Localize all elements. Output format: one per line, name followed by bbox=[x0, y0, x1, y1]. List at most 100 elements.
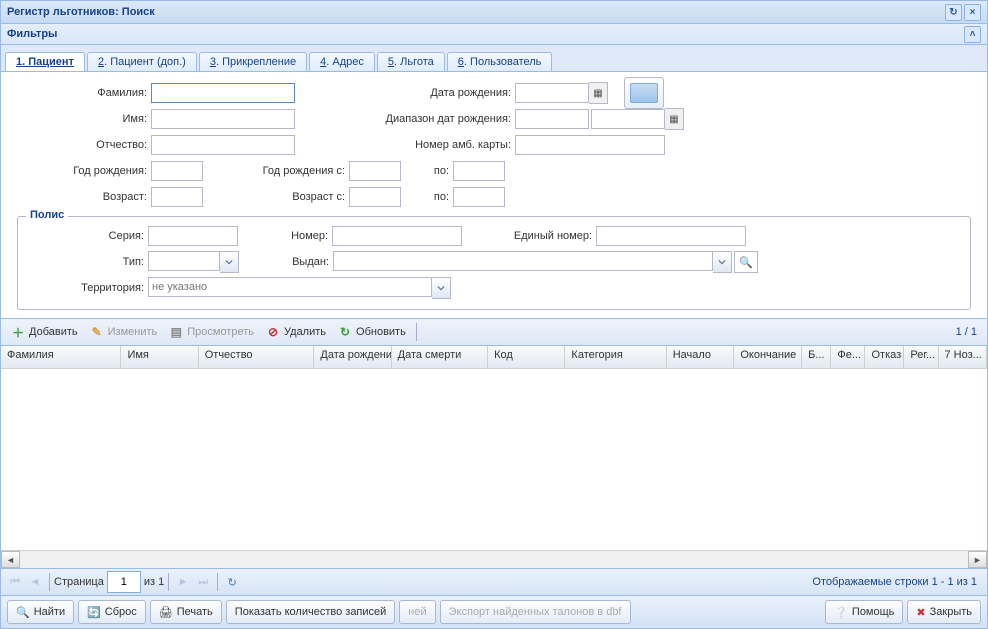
reset-icon: 🔄 bbox=[87, 606, 101, 619]
birthyear-to-label: по: bbox=[401, 165, 453, 177]
patronymic-input[interactable] bbox=[151, 135, 295, 155]
polis-number-input[interactable] bbox=[332, 226, 462, 246]
record-counter: 1 / 1 bbox=[956, 326, 983, 338]
id-card-button[interactable] bbox=[624, 77, 664, 109]
birthyear-from-input[interactable] bbox=[349, 161, 401, 181]
birthyear-label: Год рождения: bbox=[17, 165, 151, 177]
birthdate-input[interactable] bbox=[515, 83, 589, 103]
page-last-icon[interactable]: ⏭ bbox=[194, 573, 212, 591]
horizontal-scrollbar[interactable]: ◄ ► bbox=[1, 550, 987, 568]
column-header[interactable]: Код bbox=[488, 346, 565, 368]
refresh-button[interactable]: ↻Обновить bbox=[332, 323, 412, 341]
name-label: Имя: bbox=[17, 113, 151, 125]
edit-button[interactable]: ✎Изменить bbox=[84, 323, 164, 341]
column-header[interactable]: Дата рождения bbox=[314, 346, 391, 368]
birthdate-from-input[interactable] bbox=[515, 109, 589, 129]
polis-issued-search-icon[interactable]: 🔍 bbox=[734, 251, 758, 273]
column-header[interactable]: Начало bbox=[667, 346, 735, 368]
delete-button[interactable]: ⊘Удалить bbox=[260, 323, 332, 341]
page-of: из 1 bbox=[144, 576, 164, 588]
page-prev-icon[interactable]: ◄ bbox=[26, 573, 44, 591]
tab-address[interactable]: 4. Адрес bbox=[309, 52, 375, 71]
birthyear-from-label: Год рождения с: bbox=[203, 165, 349, 177]
column-header[interactable]: Рег... bbox=[904, 346, 938, 368]
page-next-icon[interactable]: ► bbox=[174, 573, 192, 591]
tab-benefit[interactable]: 5. Льгота bbox=[377, 52, 445, 71]
plus-icon: ＋ bbox=[11, 325, 25, 339]
birthdate-range-label: Диапазон дат рождения: bbox=[295, 113, 515, 125]
birthyear-input[interactable] bbox=[151, 161, 203, 181]
polis-number-label: Номер: bbox=[238, 230, 332, 242]
column-header[interactable]: Дата смерти bbox=[392, 346, 488, 368]
polis-territory-dropdown-icon[interactable] bbox=[432, 277, 451, 299]
polis-series-input[interactable] bbox=[148, 226, 238, 246]
help-icon: ❔ bbox=[834, 606, 848, 619]
column-header[interactable]: Имя bbox=[121, 346, 198, 368]
column-header[interactable]: 7 Ноз... bbox=[939, 346, 988, 368]
polis-unified-input[interactable] bbox=[596, 226, 746, 246]
age-label: Возраст: bbox=[17, 191, 151, 203]
grid-header: ФамилияИмяОтчествоДата рожденияДата смер… bbox=[1, 346, 987, 369]
export-dbf-button: Экспорт найденных талонов в dbf bbox=[440, 600, 631, 624]
polis-issued-dropdown-icon[interactable] bbox=[713, 251, 732, 273]
grid-body[interactable] bbox=[1, 369, 987, 550]
close-window-icon[interactable]: × bbox=[964, 4, 981, 21]
polis-series-label: Серия: bbox=[26, 230, 148, 242]
name-input[interactable] bbox=[151, 109, 295, 129]
polis-territory-input[interactable] bbox=[148, 277, 432, 297]
export-selection-button: ней bbox=[399, 600, 435, 624]
page-first-icon[interactable]: ⏮ bbox=[6, 573, 24, 591]
refresh-icon: ↻ bbox=[338, 325, 352, 339]
polis-type-input[interactable] bbox=[148, 251, 220, 271]
page-refresh-icon[interactable]: ↻ bbox=[223, 573, 241, 591]
document-icon: ▤ bbox=[169, 325, 183, 339]
column-header[interactable]: Фамилия bbox=[1, 346, 121, 368]
birthyear-to-input[interactable] bbox=[453, 161, 505, 181]
collapse-filters-icon[interactable]: ˄ bbox=[964, 26, 981, 43]
column-header[interactable]: Отказ bbox=[865, 346, 904, 368]
column-header[interactable]: Окончание bbox=[734, 346, 802, 368]
add-button[interactable]: ＋Добавить bbox=[5, 323, 84, 341]
polis-issued-input[interactable] bbox=[333, 251, 713, 271]
birthdate-to-input[interactable] bbox=[591, 109, 665, 129]
polis-fieldset: Полис Серия: Номер: Единый номер: Тип: В… bbox=[17, 216, 971, 310]
delete-icon: ⊘ bbox=[266, 325, 280, 339]
column-header[interactable]: Отчество bbox=[199, 346, 315, 368]
surname-input[interactable] bbox=[151, 83, 295, 103]
tab-patient[interactable]: 1. Пациент bbox=[5, 52, 85, 71]
toolbar-separator bbox=[416, 323, 417, 341]
column-header[interactable]: Категория bbox=[565, 346, 666, 368]
amb-card-input[interactable] bbox=[515, 135, 665, 155]
help-button[interactable]: ❔Помощь bbox=[825, 600, 903, 624]
polis-unified-label: Единый номер: bbox=[462, 230, 596, 242]
scroll-left-icon[interactable]: ◄ bbox=[1, 551, 20, 568]
birthdate-label: Дата рождения: bbox=[295, 87, 515, 99]
column-header[interactable]: Фе... bbox=[831, 346, 865, 368]
age-to-label: по: bbox=[401, 191, 453, 203]
show-count-button[interactable]: Показать количество записей bbox=[226, 600, 396, 624]
column-header[interactable]: Б... bbox=[802, 346, 831, 368]
age-to-input[interactable] bbox=[453, 187, 505, 207]
age-from-input[interactable] bbox=[349, 187, 401, 207]
birthdate-picker-icon[interactable]: ▦ bbox=[589, 82, 608, 104]
page-input[interactable] bbox=[107, 571, 141, 593]
tab-patient-extra[interactable]: 2. Пациент (доп.) bbox=[87, 52, 197, 71]
polis-issued-label: Выдан: bbox=[239, 256, 333, 268]
print-button[interactable]: 🖨Печать bbox=[150, 600, 222, 624]
tab-user[interactable]: 6. Пользователь bbox=[447, 52, 553, 71]
birthdate-range-picker-icon[interactable]: ▦ bbox=[665, 108, 684, 130]
refresh-window-icon[interactable]: ↻ bbox=[945, 4, 962, 21]
amb-card-label: Номер амб. карты: bbox=[295, 139, 515, 151]
find-button[interactable]: 🔍Найти bbox=[7, 600, 74, 624]
filter-tabs: 1. Пациент 2. Пациент (доп.) 3. Прикрепл… bbox=[1, 45, 987, 72]
view-button[interactable]: ▤Просмотреть bbox=[163, 323, 260, 341]
close-button[interactable]: ✖Закрыть bbox=[907, 600, 981, 624]
tab-attachment[interactable]: 3. Прикрепление bbox=[199, 52, 307, 71]
window-title: Регистр льготников: Поиск bbox=[7, 6, 155, 18]
polis-type-dropdown-icon[interactable] bbox=[220, 251, 239, 273]
display-info: Отображаемые строки 1 - 1 из 1 bbox=[812, 576, 983, 588]
scroll-right-icon[interactable]: ► bbox=[968, 551, 987, 568]
polis-legend: Полис bbox=[26, 209, 68, 221]
age-input[interactable] bbox=[151, 187, 203, 207]
reset-button[interactable]: 🔄Сброс bbox=[78, 600, 146, 624]
